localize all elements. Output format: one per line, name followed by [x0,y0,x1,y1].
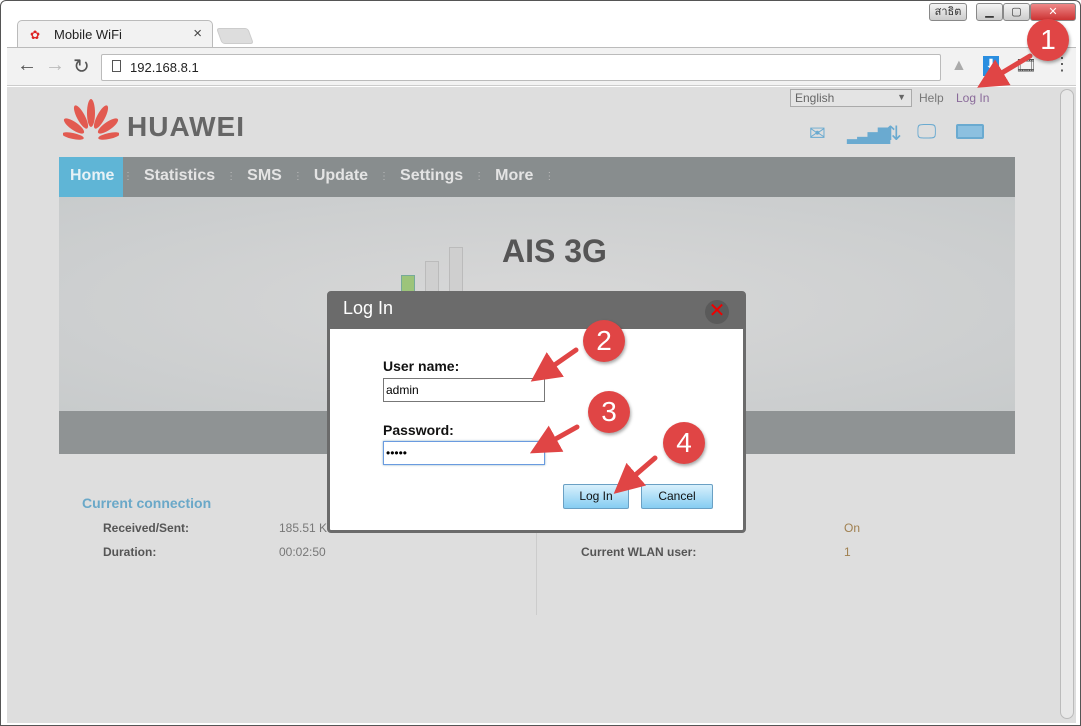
new-tab-button[interactable] [216,28,254,44]
browser-toolbar: ← → ↻ 192.168.8.1 ▲ ⬇ 🎞 ⋮ [7,47,1076,86]
menu-statistics[interactable]: Statistics [133,157,226,197]
data-transfer-icon: ⇅ [885,123,902,145]
main-menu: Home ⋮ Statistics ⋮ SMS ⋮ Update ⋮ Settings ⋮… [59,157,1015,197]
current-connection-heading: Current connection [82,495,212,511]
tab-title: Mobile WiFi [54,27,122,42]
step-2-badge: 2 [583,320,625,362]
help-link[interactable]: Help [919,91,944,105]
duration-label: Duration: [103,545,157,559]
cancel-button[interactable]: Cancel [641,484,713,509]
username-input[interactable] [383,378,545,402]
login-link[interactable]: Log In [956,91,989,105]
close-window-button[interactable]: ✕ [1030,3,1076,21]
minimize-button[interactable]: ▁ [976,3,1003,21]
duration-value: 00:02:50 [279,545,326,559]
menu-more[interactable]: More [484,157,544,197]
back-icon[interactable]: ← [17,54,37,77]
reload-icon[interactable]: ↻ [73,54,90,79]
step-1-badge: 1 [1027,19,1069,61]
password-label: Password: [383,422,454,438]
close-tab-icon[interactable]: × [193,25,202,42]
page-icon [112,60,121,72]
film-extension-icon[interactable]: 🎞 [1015,56,1037,76]
huawei-favicon-icon: ✿ [30,28,41,42]
signal-bar [449,247,463,295]
wlan-status-value: On [844,521,861,535]
divider [536,523,537,615]
profile-button[interactable]: สาธิต [929,3,967,21]
drive-extension-icon[interactable]: ▲ [951,57,967,75]
url-text: 192.168.8.1 [130,60,199,75]
dialog-title: Log In [330,294,743,329]
signal-icon: ▂▃▅▇ [847,127,890,144]
step-3-badge: 3 [588,391,630,433]
carrier-name: AIS 3G [502,233,607,269]
signal-bar [425,261,439,295]
download-extension-icon[interactable]: ⬇ [983,56,999,76]
chevron-down-icon: ▼ [897,92,906,102]
mail-icon[interactable]: ✉ [809,121,826,146]
close-icon[interactable]: ✕ [705,300,729,324]
login-button[interactable]: Log In [563,484,629,509]
menu-settings[interactable]: Settings [389,157,474,197]
signal-strength-graphic [399,245,469,295]
forward-icon[interactable]: → [45,54,65,77]
battery-icon [956,124,984,139]
menu-home[interactable]: Home [59,157,123,197]
restore-button[interactable]: ▢ [1003,3,1030,21]
menu-update[interactable]: Update [303,157,379,197]
browser-tab[interactable]: ✿ Mobile WiFi × [17,20,213,48]
wlan-user-value: 1 [844,545,851,559]
tab-bar: ✿ Mobile WiFi × สาธิต ▁ ▢ ✕ [1,1,1080,48]
brand-name: HUAWEI [127,111,245,142]
huawei-petals-icon [62,99,120,140]
login-dialog: Log In ✕ User name: Password: Log In Can… [327,291,746,533]
received-sent-label: Received/Sent: [103,521,190,535]
password-input[interactable] [383,441,545,465]
wlan-user-label: Current WLAN user: [581,545,697,559]
huawei-logo: HUAWEI [62,99,244,148]
username-label: User name: [383,358,460,374]
address-bar[interactable]: 192.168.8.1 [101,54,941,81]
step-4-badge: 4 [663,422,705,464]
language-value: English [795,91,835,105]
scrollbar[interactable] [1060,89,1074,719]
received-sent-value: 185.51 K [279,521,328,535]
language-select[interactable]: English ▼ [790,89,912,107]
wifi-display-icon[interactable]: 🖵 [917,121,936,144]
menu-sms[interactable]: SMS [236,157,293,197]
